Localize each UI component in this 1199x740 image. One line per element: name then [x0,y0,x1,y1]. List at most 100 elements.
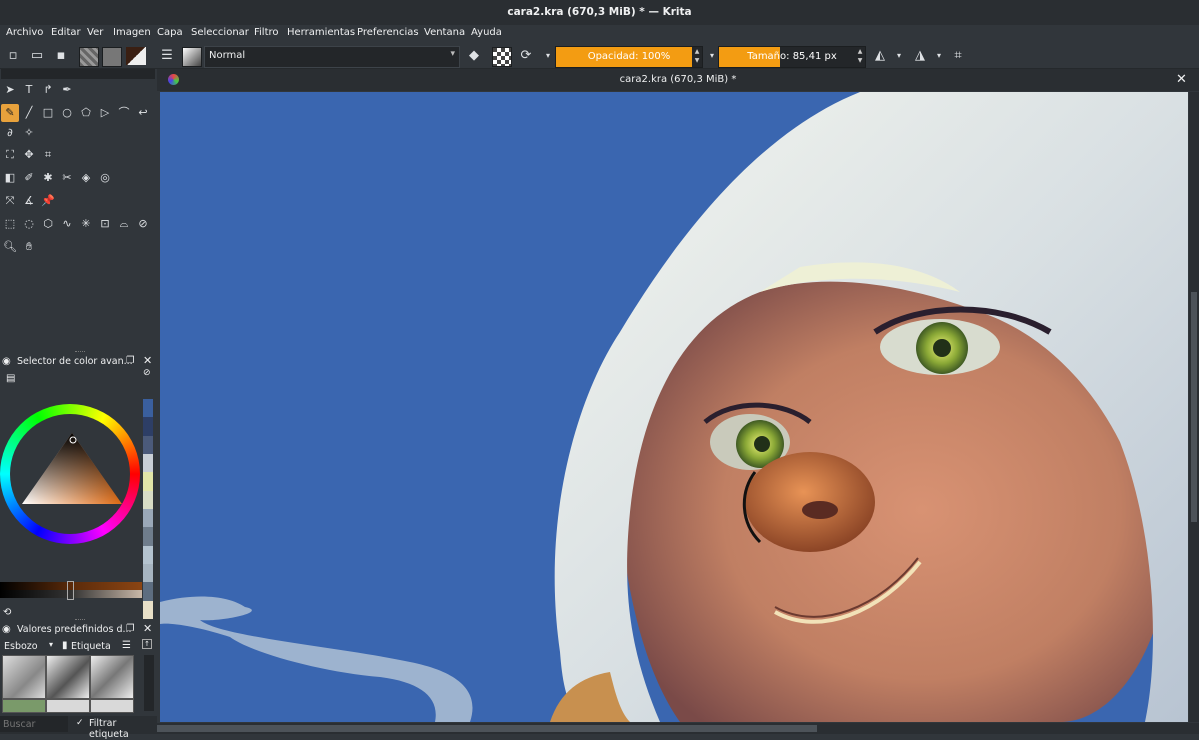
reload-preset-icon[interactable]: ⟳ [517,47,535,65]
palette-swatch[interactable] [143,582,153,601]
menu-ver[interactable]: Ver [87,27,103,38]
colorize-mask-icon[interactable]: ✂ [58,169,76,187]
freehand-select-icon[interactable]: ∿ [58,215,76,233]
color-settings-icon[interactable]: ▤ [6,373,15,384]
preset-tile[interactable] [2,655,46,699]
preserve-alpha-icon[interactable] [492,47,512,67]
vertical-scroll-thumb[interactable] [1191,292,1197,522]
lock-icon[interactable]: ◉ [2,356,11,367]
select-shapes-icon[interactable]: ➤ [1,81,19,99]
slider-handle[interactable] [67,581,74,600]
rectangle-tool-icon[interactable]: □ [39,104,57,122]
transform-icon[interactable]: ⛶ [1,146,19,164]
pattern-swatch[interactable] [79,47,99,67]
menu-ventana[interactable]: Ventana [424,27,465,38]
crop-tool-icon[interactable]: ⌗ [39,146,57,164]
blend-mode-select[interactable]: Normal ▾ [204,46,460,68]
dynamic-brush-icon[interactable]: ∂ [1,124,19,142]
float-dock-icon[interactable]: ❐ [126,355,135,366]
menu-preferencias[interactable]: Preferencias [357,27,419,38]
list-view-icon[interactable]: ☰ [122,640,131,651]
filter-tag-label[interactable]: Filtrar etiqueta [89,718,157,740]
eraser-icon[interactable]: ◆ [465,47,483,65]
chevron-down-icon[interactable]: ▾ [890,47,908,65]
brush-preset-icon[interactable] [182,47,202,67]
document-tab[interactable]: cara2.kra (670,3 MiB) * ✕ [157,69,1199,91]
dock-grip[interactable] [75,351,85,353]
similar-select-icon[interactable]: ⊡ [96,215,114,233]
assistant-tool-icon[interactable]: ⤧ [1,192,19,210]
preset-tile[interactable] [2,699,46,713]
ellipse-select-icon[interactable]: ◌ [20,215,38,233]
palette-swatch[interactable] [143,417,153,436]
lock-icon[interactable]: ◉ [2,624,11,635]
horizontal-scroll-thumb[interactable] [157,725,817,732]
polyline-tool-icon[interactable]: ▷ [96,104,114,122]
preset-search-input[interactable] [0,716,68,732]
chevron-down-icon[interactable]: ▾ [930,47,948,65]
fg-bg-color-icon[interactable] [126,47,146,65]
menu-seleccionar[interactable]: Seleccionar [191,27,249,38]
polygon-select-icon[interactable]: ⬡ [39,215,57,233]
zoom-icon[interactable]: 🔍︎ [1,238,19,256]
edit-shapes-icon[interactable]: ↱ [39,81,57,99]
bezier-select-icon[interactable]: ⌓ [115,215,133,233]
menu-imagen[interactable]: Imagen [113,27,151,38]
preset-category-select[interactable]: Esbozo ▾ [1,639,58,654]
close-icon[interactable]: ✕ [1176,72,1187,87]
presets-scrollbar[interactable] [144,655,154,711]
bezier-tool-icon[interactable]: ⌒ [115,104,133,122]
refresh-icon[interactable]: ⟲ [3,607,11,618]
size-spin-arrows[interactable]: ▲ ▼ [855,47,865,67]
freehand-path-icon[interactable]: ↩ [134,104,152,122]
smart-patch-icon[interactable]: ✱ [39,169,57,187]
preset-tile[interactable] [46,699,90,713]
painting-canvas[interactable] [160,92,1188,722]
horizontal-scrollbar[interactable] [157,723,1199,734]
close-icon[interactable]: ✕ [143,354,152,367]
menu-archivo[interactable]: Archivo [6,27,43,38]
menu-ayuda[interactable]: Ayuda [471,27,502,38]
ellipse-tool-icon[interactable]: ○ [58,104,76,122]
palette-swatch[interactable] [143,454,153,473]
mirror-vertical-icon[interactable]: ◮ [911,47,929,65]
palette-swatch[interactable] [143,399,153,418]
palette-swatch[interactable] [143,509,153,528]
opacity-slider[interactable]: Opacidad: 100% ▲ ▼ [555,46,703,68]
new-document-icon[interactable]: ▫ [4,47,22,65]
rect-select-icon[interactable]: ⬚ [1,215,19,233]
save-icon[interactable]: ▪ [52,47,70,65]
palette-swatch[interactable] [143,472,153,491]
preset-tile[interactable] [46,655,90,699]
enclose-fill-icon[interactable]: ◎ [96,169,114,187]
open-folder-icon[interactable]: ▭ [28,47,46,65]
no-color-icon[interactable]: ⊘ [143,368,151,378]
contiguous-select-icon[interactable]: ✳ [77,215,95,233]
menu-capa[interactable]: Capa [157,27,183,38]
preset-tile[interactable] [90,699,134,713]
color-picker-icon[interactable]: ✐ [20,169,38,187]
calligraphy-icon[interactable]: ✒ [58,81,76,99]
polygon-tool-icon[interactable]: ⬠ [77,104,95,122]
menu-herramientas[interactable]: Herramientas [287,27,355,38]
move-icon[interactable]: ✥ [20,146,38,164]
palette-swatch[interactable] [143,600,153,619]
fill-tool-icon[interactable]: ◈ [77,169,95,187]
measure-tool-icon[interactable]: ∡ [20,192,38,210]
palette-strip[interactable] [143,399,153,619]
gradient-tool-icon[interactable]: ◧ [1,169,19,187]
palette-swatch[interactable] [143,435,153,454]
reference-pin-icon[interactable]: 📌 [39,192,57,210]
menu-filtro[interactable]: Filtro [254,27,279,38]
freehand-brush-icon[interactable]: ✎ [1,104,19,122]
close-icon[interactable]: ✕ [143,622,152,635]
scroll-up-icon[interactable]: ↑ [142,639,152,649]
dock-grip[interactable] [75,619,85,621]
gradient-swatch[interactable] [102,47,122,67]
line-tool-icon[interactable]: ╱ [20,104,38,122]
multibrush-icon[interactable]: ✧ [20,124,38,142]
palette-swatch[interactable] [143,564,153,583]
palette-swatch[interactable] [143,490,153,509]
menu-editar[interactable]: Editar [51,27,81,38]
crop-icon[interactable]: ⌗ [949,47,967,65]
